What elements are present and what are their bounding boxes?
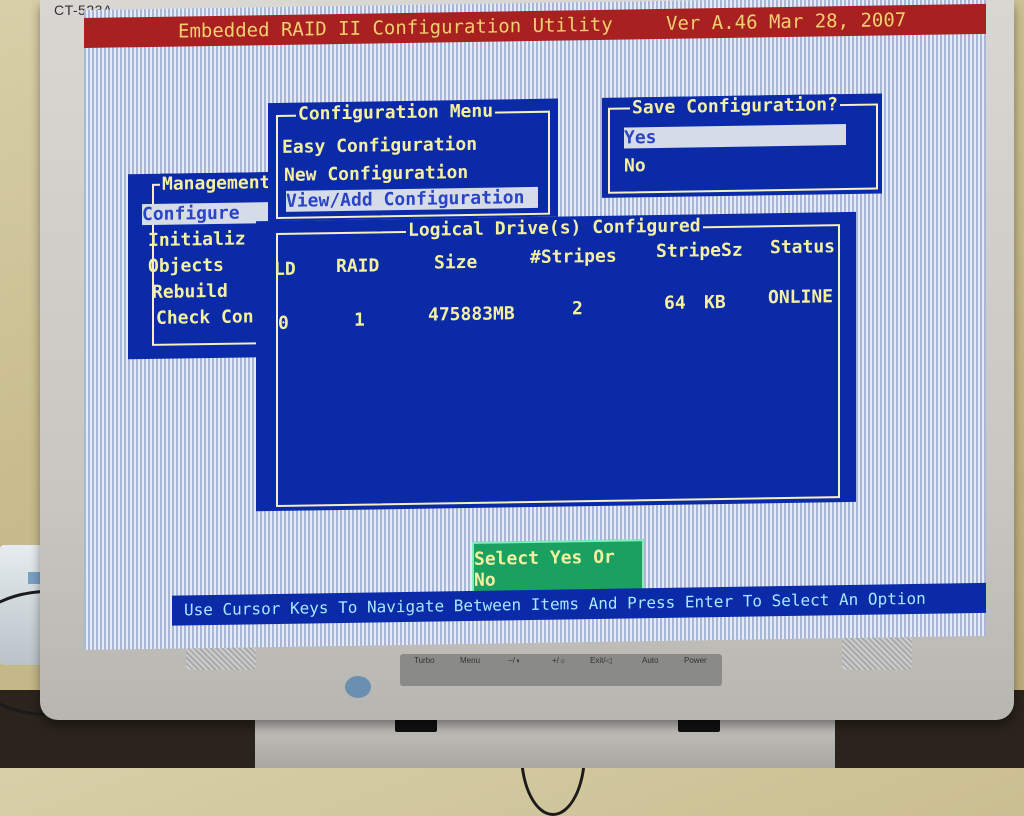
option-yes[interactable]: Yes <box>624 124 846 149</box>
cell-raid: 1 <box>354 309 365 331</box>
menu-item-rebuild[interactable]: Rebuild <box>152 281 228 303</box>
monitor-button-minus[interactable]: −/◑ <box>508 656 520 665</box>
save-configuration-dialog: Save Configuration? Yes No <box>602 93 882 198</box>
monitor-button-turbo[interactable]: Turbo <box>414 656 435 665</box>
monitor-button-exit[interactable]: Exit/◁ <box>590 656 612 665</box>
menu-item-new-configuration[interactable]: New Configuration <box>284 162 468 186</box>
column-header-size: Size <box>434 251 478 274</box>
bios-screen: Embedded RAID II Configuration Utility V… <box>84 0 986 650</box>
cell-stripe-unit: KB <box>704 291 726 314</box>
app-title: Embedded RAID II Configuration Utility <box>178 13 613 43</box>
status-bar: Use Cursor Keys To Navigate Between Item… <box>172 582 986 626</box>
cell-status: ONLINE <box>768 286 834 309</box>
column-header-status: Status <box>770 236 836 259</box>
menu-item-objects[interactable]: Objects <box>148 255 224 277</box>
title-bar: Embedded RAID II Configuration Utility V… <box>84 3 986 48</box>
configuration-menu: Configuration Menu Easy Configuration Ne… <box>268 98 558 222</box>
menu-item-initialize[interactable]: Initializ <box>148 228 246 251</box>
cell-size: 475883MB <box>428 303 515 326</box>
monitor-button-plus[interactable]: +/☼ <box>552 656 566 665</box>
column-header-raid: RAID <box>336 255 380 278</box>
cell-stripes: 2 <box>572 298 583 320</box>
column-header-stripes: #Stripes <box>530 245 617 268</box>
menu-item-easy-configuration[interactable]: Easy Configuration <box>282 134 477 158</box>
logical-drives-panel: Logical Drive(s) Configured LD RAID Size… <box>256 211 856 512</box>
menu-item-check-consistency[interactable]: Check Con <box>156 306 254 329</box>
column-header-ld: LD <box>274 258 296 281</box>
configuration-title: Configuration Menu <box>296 100 496 125</box>
monitor-button-power[interactable]: Power <box>684 656 707 665</box>
management-title: Management <box>160 172 273 195</box>
menu-item-configure[interactable]: Configure <box>142 202 274 226</box>
stand-foot <box>395 718 437 732</box>
menu-item-view-add-configuration[interactable]: View/Add Configuration <box>286 186 538 212</box>
stand-foot <box>678 718 720 732</box>
column-header-stripe-size: StripeSz <box>656 239 743 263</box>
option-no[interactable]: No <box>624 155 646 176</box>
version-label: Ver A.46 Mar 28, 2007 <box>666 9 907 35</box>
brand-logo <box>345 676 371 698</box>
save-dialog-title: Save Configuration? <box>630 94 840 119</box>
monitor-button-auto[interactable]: Auto <box>642 656 658 665</box>
cell-ld: 0 <box>278 312 289 334</box>
cell-stripe-size: 64 <box>664 292 686 314</box>
monitor-button-menu[interactable]: Menu <box>460 656 480 665</box>
